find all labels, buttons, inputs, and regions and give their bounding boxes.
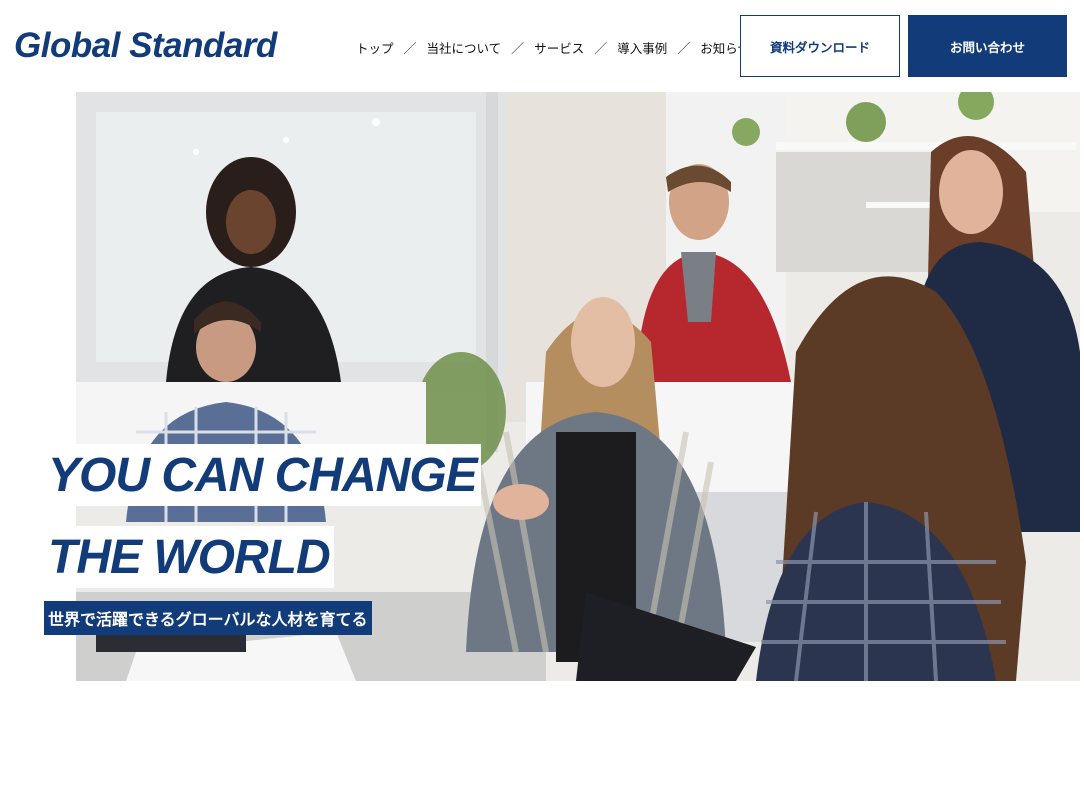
nav-separator: ／ — [511, 41, 525, 57]
nav-item-about[interactable]: 当社について — [427, 38, 502, 57]
contact-button[interactable]: お問い合わせ — [908, 15, 1067, 77]
hero-image — [76, 92, 1080, 681]
download-materials-button[interactable]: 資料ダウンロード — [740, 15, 900, 77]
site-header: Global Standard トップ ／ 当社について ／ サービス ／ 導入… — [0, 0, 1084, 92]
nav-separator: ／ — [594, 41, 608, 57]
nav-separator: ／ — [403, 41, 417, 57]
global-nav: トップ ／ 当社について ／ サービス ／ 導入事例 ／ お知らせ — [356, 37, 750, 57]
nav-separator: ／ — [677, 41, 691, 57]
nav-item-cases[interactable]: 導入事例 — [617, 38, 667, 57]
nav-item-service[interactable]: サービス — [534, 38, 584, 57]
nav-item-top[interactable]: トップ — [356, 38, 394, 57]
site-logo[interactable]: Global Standard — [14, 26, 277, 66]
hero-headline-line2: THE WORLD — [44, 526, 334, 588]
office-team-meeting-photo — [76, 92, 1080, 681]
hero-headline-line1: YOU CAN CHANGE — [44, 444, 481, 506]
hero-subcopy: 世界で活躍できるグローバルな人材を育てる — [44, 601, 372, 635]
